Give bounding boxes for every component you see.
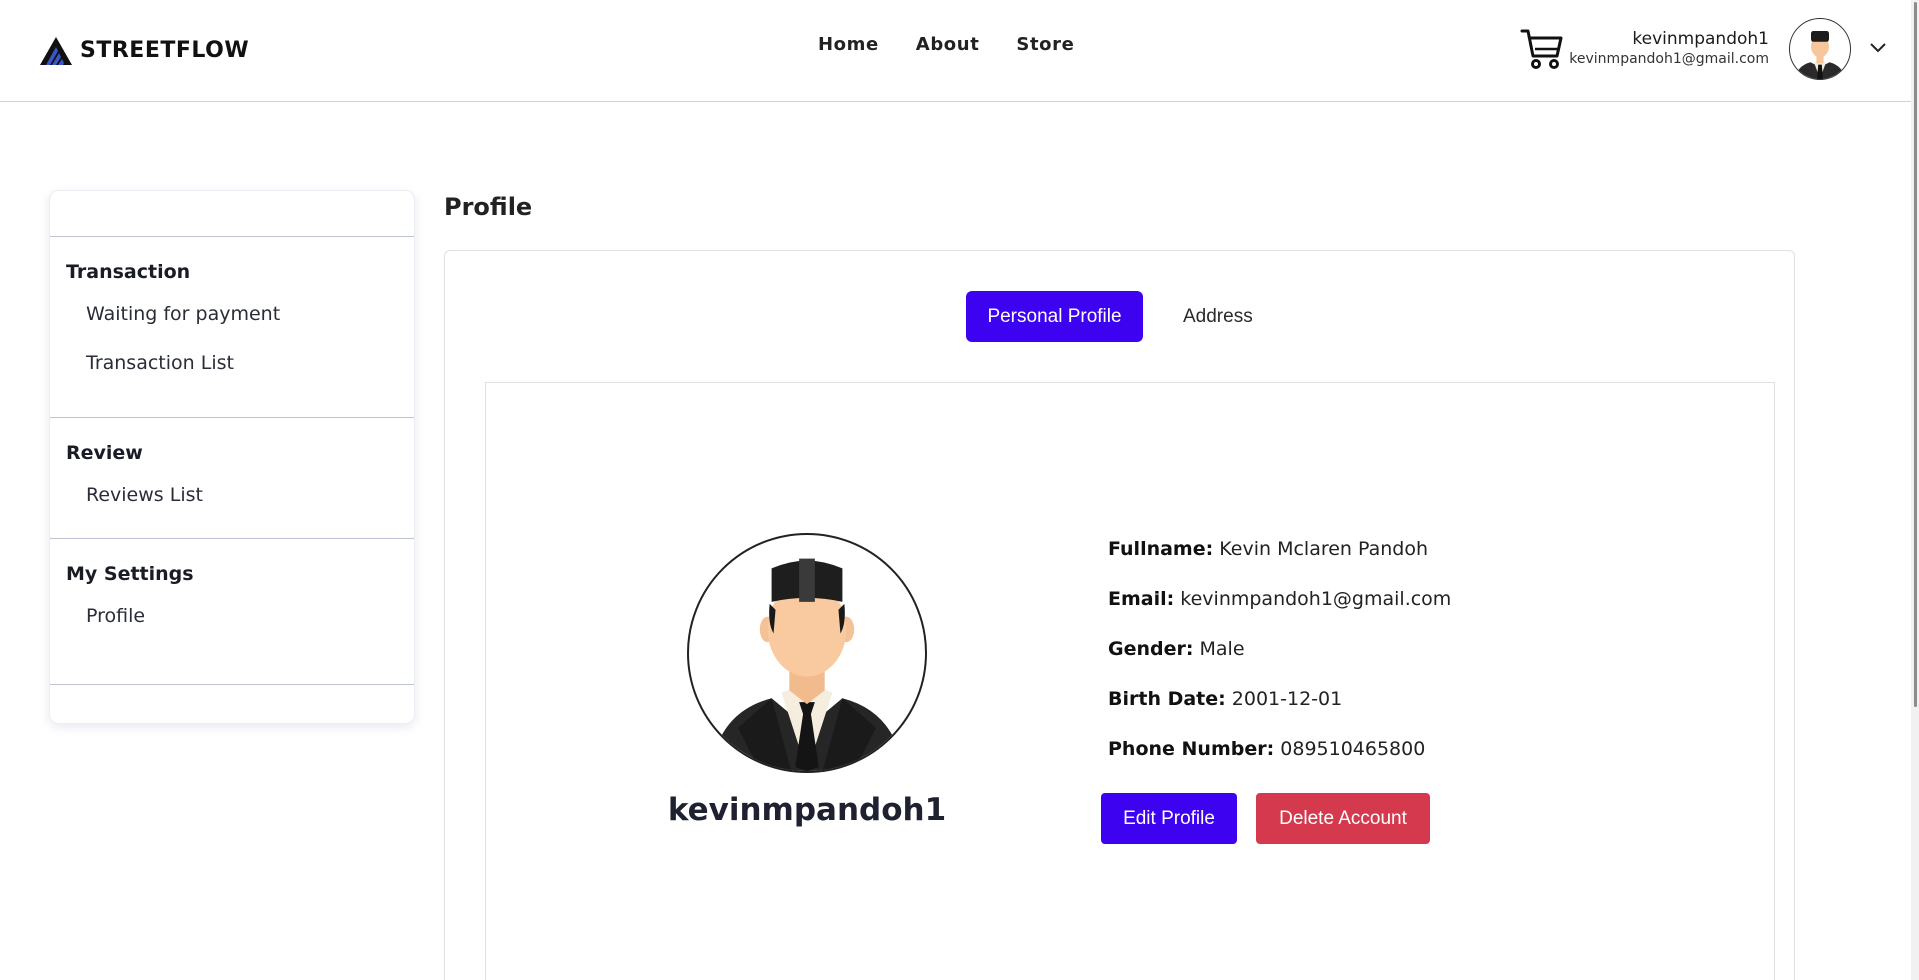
sidebar-divider — [50, 417, 414, 418]
detail-value: kevinmpandoh1@gmail.com — [1180, 588, 1452, 610]
chevron-down-icon[interactable] — [1868, 38, 1888, 58]
header-email: kevinmpandoh1@gmail.com — [1569, 51, 1769, 67]
header-avatar[interactable] — [1789, 18, 1851, 80]
brand-logo-link[interactable]: STREETFLOW — [38, 30, 249, 70]
detail-value: 2001-12-01 — [1231, 688, 1343, 710]
sidebar-heading-review: Review — [66, 442, 143, 464]
detail-value: Kevin Mclaren Pandoh — [1219, 538, 1429, 560]
sidebar-divider — [50, 236, 414, 237]
profile-avatar — [687, 533, 927, 773]
detail-phone-number: Phone Number: 089510465800 — [1108, 736, 1451, 786]
scrollbar-thumb[interactable] — [1914, 2, 1917, 707]
nav-about[interactable]: About — [916, 34, 980, 55]
streetflow-logo-icon — [40, 37, 72, 65]
edit-profile-button[interactable]: Edit Profile — [1101, 793, 1237, 844]
sidebar-item-profile[interactable]: Profile — [50, 605, 414, 627]
tab-personal-profile[interactable]: Personal Profile — [966, 291, 1143, 342]
avatar-icon — [1794, 31, 1846, 79]
detail-label: Gender: — [1108, 638, 1194, 660]
detail-value: 089510465800 — [1280, 738, 1426, 760]
sidebar-item-reviews-list[interactable]: Reviews List — [50, 484, 414, 506]
detail-fullname: Fullname: Kevin Mclaren Pandoh — [1108, 536, 1451, 586]
detail-label: Phone Number: — [1108, 738, 1275, 760]
nav-store[interactable]: Store — [1016, 34, 1074, 55]
detail-birth-date: Birth Date: 2001-12-01 — [1108, 686, 1451, 736]
account-sidebar: Transaction Waiting for payment Transact… — [49, 190, 415, 724]
sidebar-heading-settings: My Settings — [66, 563, 194, 585]
cart-icon — [1520, 29, 1563, 69]
delete-account-button[interactable]: Delete Account — [1256, 793, 1430, 844]
user-info[interactable]: kevinmpandoh1 kevinmpandoh1@gmail.com — [1569, 28, 1769, 68]
sidebar-divider — [50, 684, 414, 685]
detail-value: Male — [1199, 638, 1245, 660]
cart-button[interactable] — [1519, 26, 1565, 72]
profile-details: Fullname: Kevin Mclaren Pandoh Email: ke… — [1108, 536, 1451, 786]
top-header: STREETFLOW Home About Store kevinmpandoh… — [0, 0, 1919, 102]
sidebar-item-transaction-list[interactable]: Transaction List — [50, 352, 414, 374]
sidebar-section-settings: My Settings Profile — [50, 563, 414, 627]
sidebar-item-waiting-payment[interactable]: Waiting for payment — [50, 303, 414, 325]
avatar-icon — [710, 558, 904, 771]
sidebar-divider — [50, 538, 414, 539]
sidebar-section-transaction: Transaction Waiting for payment Transact… — [50, 261, 414, 374]
profile-username: kevinmpandoh1 — [667, 792, 947, 828]
sidebar-section-review: Review Reviews List — [50, 442, 414, 506]
detail-label: Email: — [1108, 588, 1175, 610]
brand-name: STREETFLOW — [80, 37, 250, 63]
page-title: Profile — [444, 193, 533, 221]
detail-label: Fullname: — [1108, 538, 1214, 560]
profile-tabs: Personal Profile Address — [966, 291, 1253, 342]
detail-email: Email: kevinmpandoh1@gmail.com — [1108, 586, 1451, 636]
main-nav: Home About Store — [818, 34, 1074, 55]
detail-label: Birth Date: — [1108, 688, 1226, 710]
tab-address[interactable]: Address — [1183, 291, 1253, 342]
sidebar-heading-transaction: Transaction — [66, 261, 191, 283]
header-username: kevinmpandoh1 — [1632, 29, 1769, 49]
detail-gender: Gender: Male — [1108, 636, 1451, 686]
nav-home[interactable]: Home — [818, 34, 879, 55]
